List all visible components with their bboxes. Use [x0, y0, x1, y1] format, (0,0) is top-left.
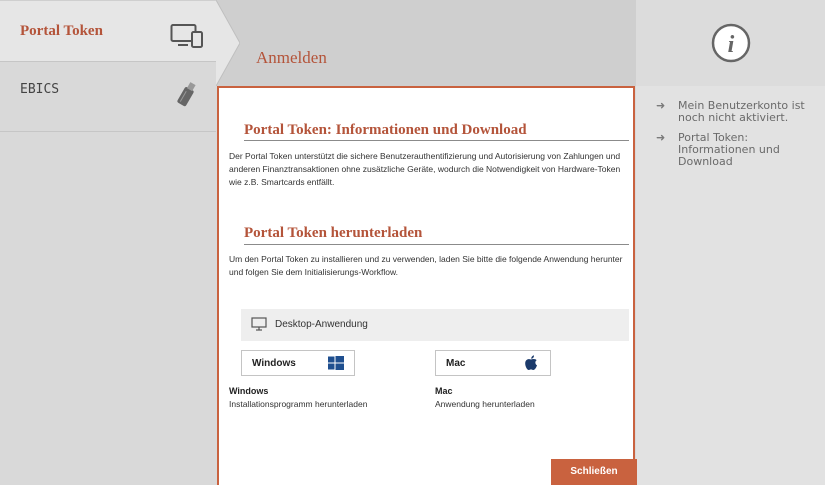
arrow-right-icon: ➜	[656, 131, 666, 144]
sidebar-item-portal-token[interactable]: Portal Token	[0, 0, 216, 62]
info-item-text: Portal Token: Informationen und Download	[678, 131, 780, 168]
windows-download-button[interactable]: Windows	[241, 350, 355, 376]
windows-icon	[328, 356, 344, 375]
info-icon: i	[710, 22, 752, 69]
svg-text:i: i	[728, 32, 735, 58]
info-list-item[interactable]: ➜ Portal Token: Informationen und Downlo…	[656, 132, 821, 168]
apple-icon	[524, 355, 538, 376]
info-list: ➜ Mein Benutzerkonto ist noch nicht akti…	[656, 100, 821, 176]
info-section-title: Portal Token: Informationen und Download	[244, 122, 527, 138]
sidebar: Portal Token EBICS	[0, 0, 216, 485]
close-button[interactable]: Schließen	[551, 459, 637, 485]
mac-description: Anwendung herunterladen	[435, 399, 535, 409]
sidebar-item-ebics[interactable]: EBICS	[0, 62, 216, 132]
info-list-item[interactable]: ➜ Mein Benutzerkonto ist noch nicht akti…	[656, 100, 821, 124]
windows-button-label: Windows	[252, 358, 296, 369]
windows-description: Installationsprogramm herunterladen	[229, 399, 368, 409]
page-title: Anmelden	[256, 48, 327, 67]
desktop-app-label: Desktop-Anwendung	[275, 319, 368, 330]
portal-token-dialog: Portal Token: Informationen und Download…	[217, 86, 637, 485]
monitor-icon	[251, 317, 267, 336]
page-header: Anmelden	[216, 0, 636, 86]
sidebar-item-label: Portal Token	[20, 23, 103, 39]
divider	[244, 140, 629, 141]
info-description: Der Portal Token unterstützt die sichere…	[229, 151, 621, 187]
mac-button-label: Mac	[446, 358, 466, 369]
sidebar-item-label: EBICS	[20, 82, 60, 97]
devices-icon	[170, 23, 204, 54]
mac-name: Mac	[435, 386, 453, 396]
desktop-app-header: Desktop-Anwendung	[241, 309, 629, 341]
usb-stick-icon	[176, 80, 198, 113]
windows-name: Windows	[229, 386, 269, 396]
mac-download-button[interactable]: Mac	[435, 350, 551, 376]
info-item-text: Mein Benutzerkonto ist noch nicht aktivi…	[678, 99, 805, 124]
download-description: Um den Portal Token zu installieren und …	[229, 254, 623, 277]
divider	[244, 244, 629, 245]
arrow-right-icon: ➜	[656, 99, 666, 112]
info-panel-header: i	[636, 0, 825, 86]
active-nav-arrow	[216, 0, 240, 86]
download-section-title: Portal Token herunterladen	[244, 225, 423, 241]
info-panel: i ➜ Mein Benutzerkonto ist noch nicht ak…	[636, 0, 825, 485]
